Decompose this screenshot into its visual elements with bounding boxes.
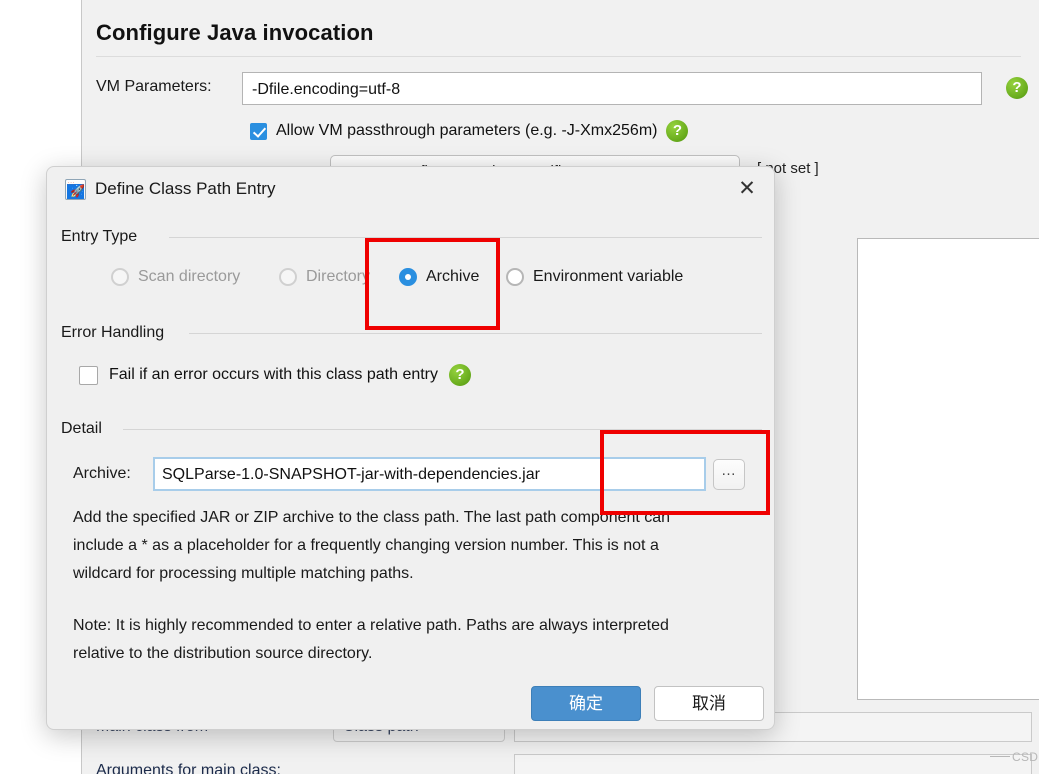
archive-input[interactable]: SQLParse-1.0-SNAPSHOT-jar-with-dependenc…: [153, 457, 706, 491]
ok-button[interactable]: 确定: [531, 686, 641, 721]
archive-browse-button[interactable]: …: [713, 459, 745, 490]
dialog-title: Define Class Path Entry: [95, 179, 276, 198]
archive-label: Archive:: [73, 465, 131, 482]
radio-environment-variable-label: Environment variable: [533, 268, 684, 285]
close-icon[interactable]: ✕: [732, 175, 762, 205]
define-class-path-entry-dialog: ::: 🚀 Define Class Path Entry ✕ Entry Ty…: [46, 166, 775, 730]
arguments-label: Arguments for main class:: [96, 762, 281, 774]
radio-scan-directory[interactable]: Scan directory: [111, 268, 240, 286]
detail-description: Add the specified JAR or ZIP archive to …: [73, 504, 713, 668]
radio-environment-variable[interactable]: Environment variable: [506, 268, 683, 286]
allow-passthrough-checkbox[interactable]: [250, 122, 267, 140]
radio-archive-label: Archive: [426, 268, 480, 285]
radio-icon: [111, 268, 129, 286]
error-handling-divider: [189, 333, 762, 334]
dialog-titlebar: ::: 🚀 Define Class Path Entry ✕: [47, 167, 774, 211]
text-caret: [603, 461, 604, 487]
help-icon[interactable]: ?: [666, 120, 689, 142]
entry-type-divider: [169, 237, 762, 238]
radio-directory[interactable]: Directory: [279, 268, 370, 286]
description-paragraph-2: Note: It is highly recommended to enter …: [73, 617, 669, 662]
radio-icon: [399, 268, 417, 286]
rocket-icon: ::: 🚀: [65, 179, 86, 200]
arguments-input[interactable]: [514, 754, 1032, 774]
description-paragraph-1: Add the specified JAR or ZIP archive to …: [73, 509, 671, 582]
class-path-list[interactable]: [857, 238, 1039, 700]
fail-on-error-row[interactable]: Fail if an error occurs with this class …: [79, 364, 472, 386]
radio-directory-label: Directory: [306, 268, 371, 285]
radio-scan-directory-label: Scan directory: [138, 268, 241, 285]
detail-group-label: Detail: [61, 420, 110, 438]
page-title: Configure Java invocation: [96, 20, 374, 45]
entry-type-group-label: Entry Type: [61, 228, 146, 246]
vm-parameters-label: VM Parameters:: [96, 78, 212, 95]
title-divider: [96, 56, 1021, 57]
help-icon[interactable]: ?: [1006, 77, 1028, 99]
radio-icon: [279, 268, 297, 286]
allow-passthrough-row[interactable]: Allow VM passthrough parameters (e.g. -J…: [250, 120, 689, 142]
watermark: CSDN @风_间: [990, 748, 1039, 765]
vm-parameters-input[interactable]: -Dfile.encoding=utf-8: [242, 72, 982, 105]
fail-on-error-label: Fail if an error occurs with this class …: [109, 366, 439, 383]
screen-root: Configure Java invocation VM Parameters:…: [0, 0, 1039, 774]
radio-archive[interactable]: Archive: [399, 268, 479, 286]
cancel-button[interactable]: 取消: [654, 686, 764, 721]
radio-icon: [506, 268, 524, 286]
fail-on-error-checkbox[interactable]: [79, 365, 98, 385]
allow-passthrough-label: Allow VM passthrough parameters (e.g. -J…: [276, 122, 658, 139]
error-handling-group-label: Error Handling: [61, 324, 173, 342]
detail-divider: [123, 429, 762, 430]
help-icon[interactable]: ?: [449, 364, 472, 386]
